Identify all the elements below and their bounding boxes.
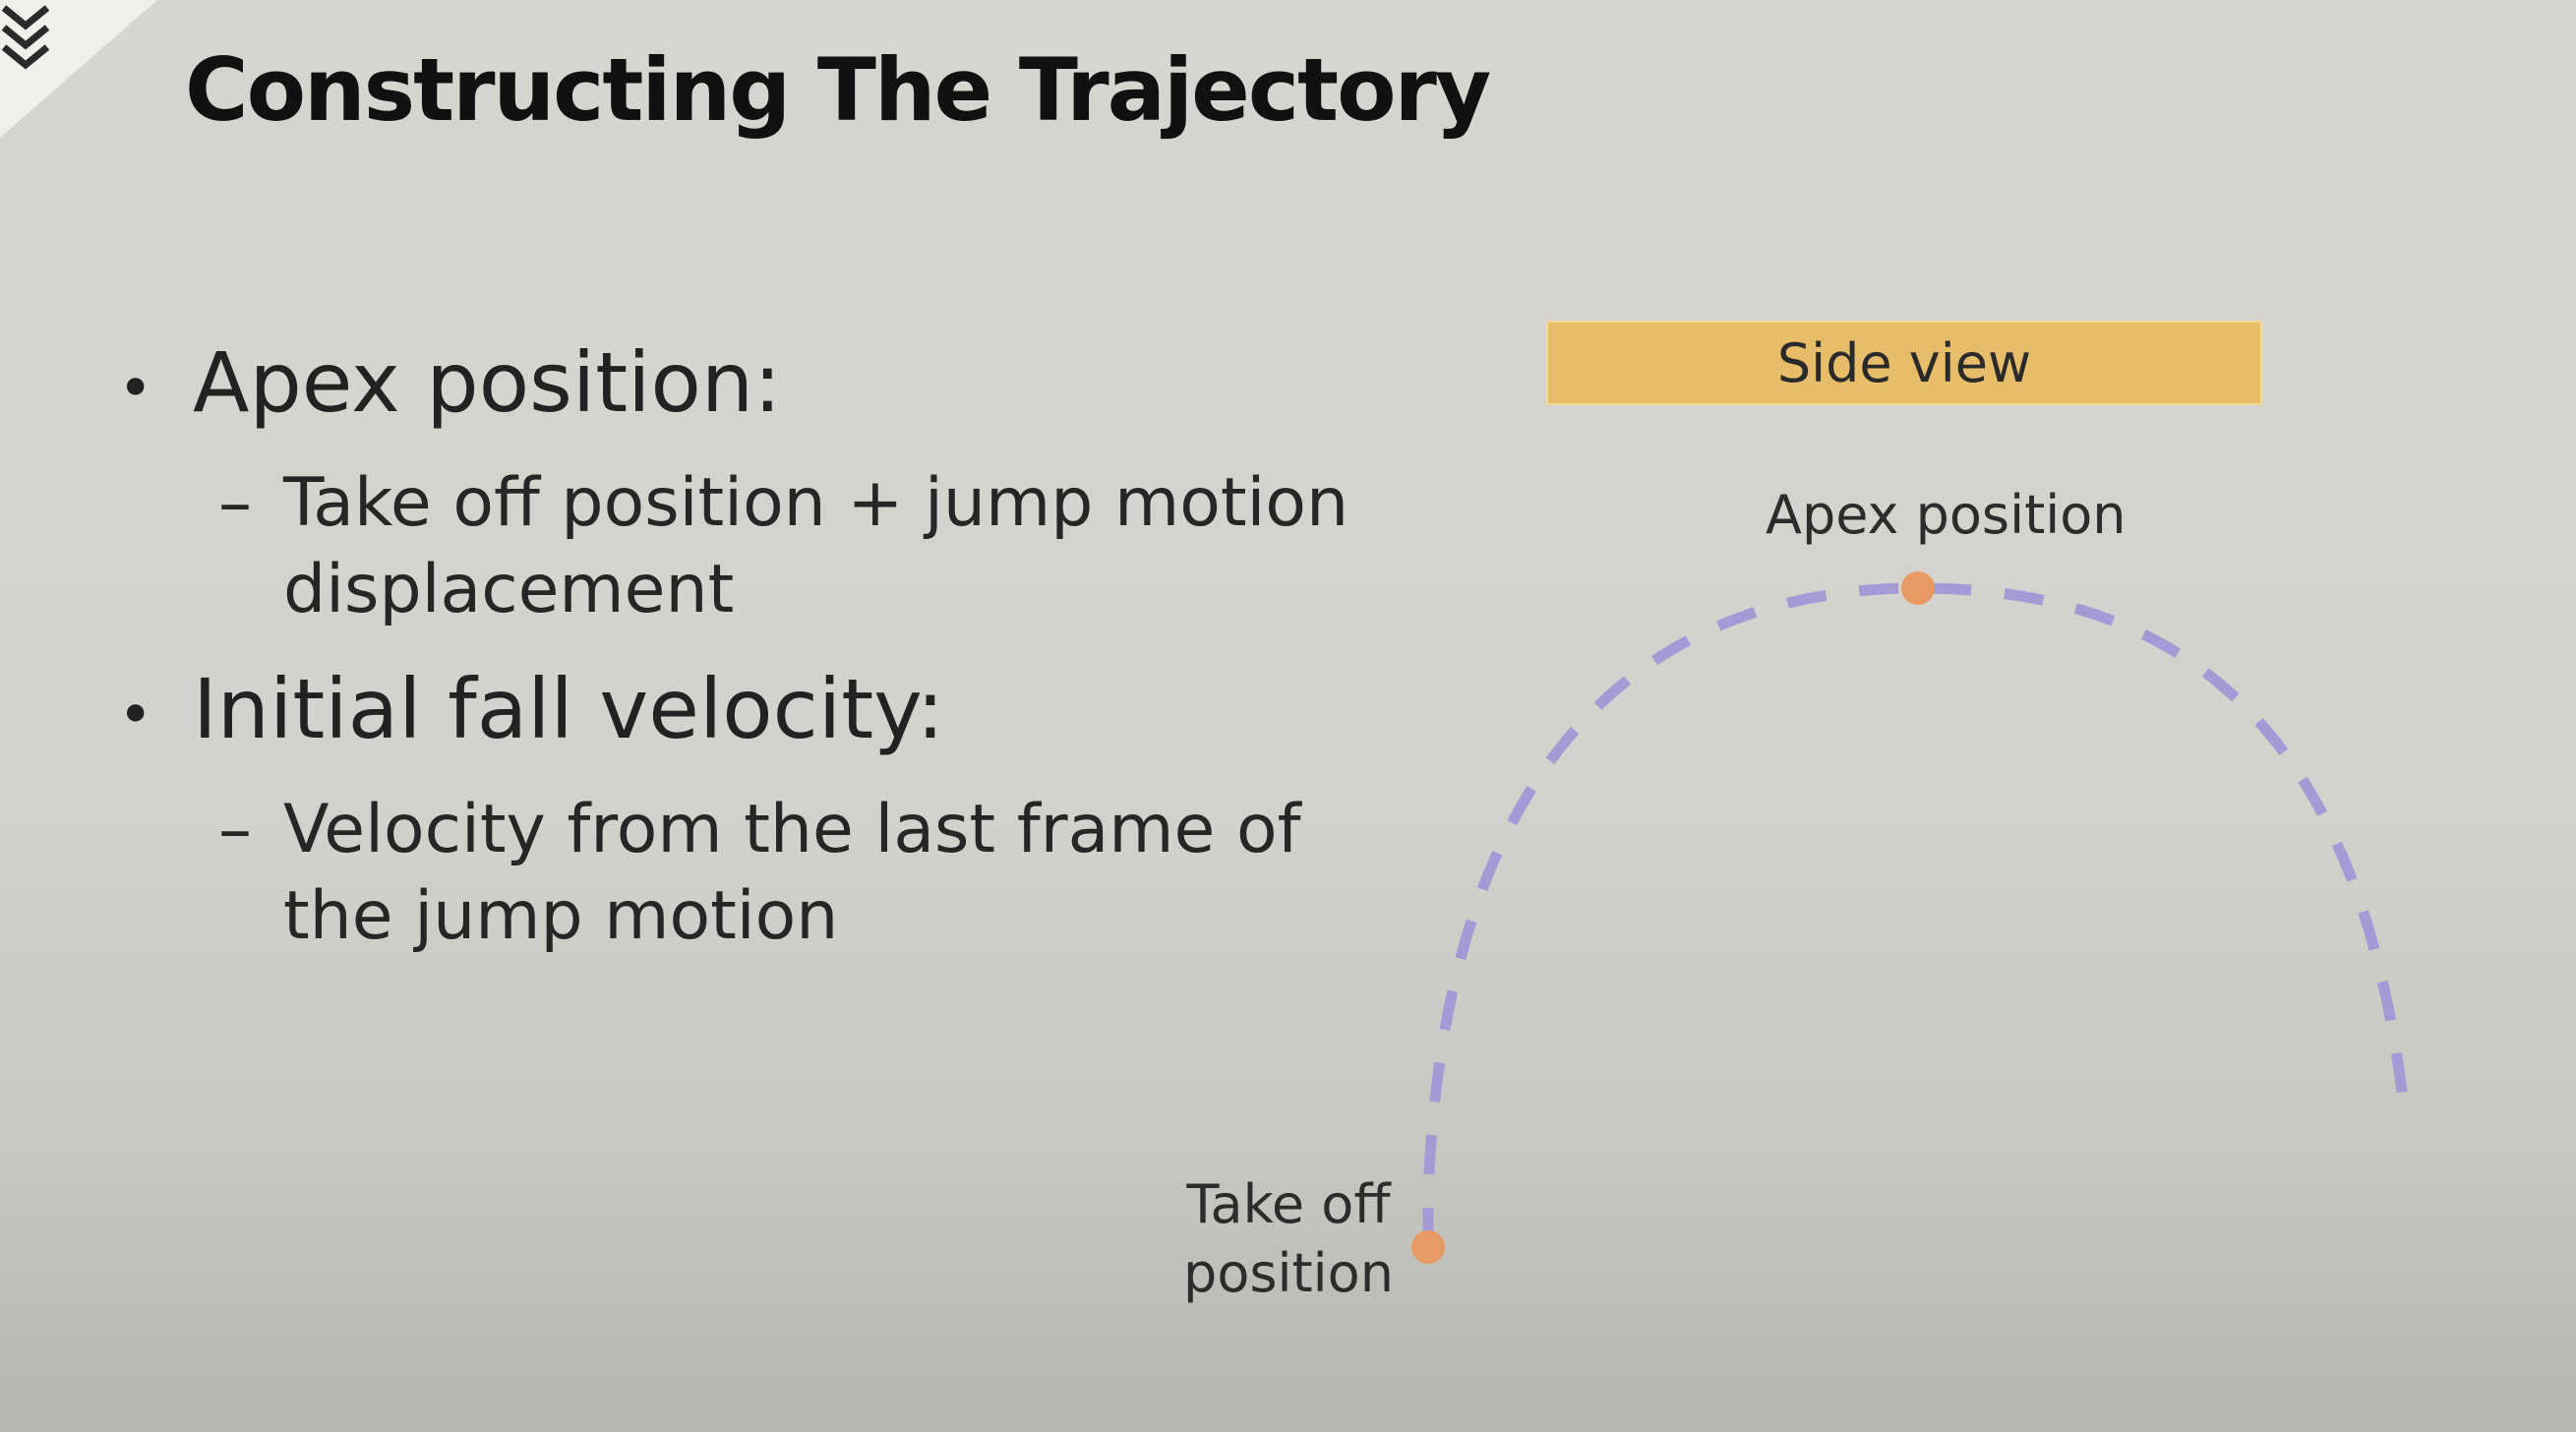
slide: Constructing The Trajectory • Apex positi… [0,0,2576,1432]
trajectory-curve [1422,582,2411,1247]
takeoff-point [1411,1230,1445,1264]
apex-position-label: Apex position [1766,484,2127,546]
takeoff-position-label: Take off position [1183,1173,1394,1304]
apex-point [1901,571,1935,605]
side-view-label: Side view [1546,321,2262,405]
